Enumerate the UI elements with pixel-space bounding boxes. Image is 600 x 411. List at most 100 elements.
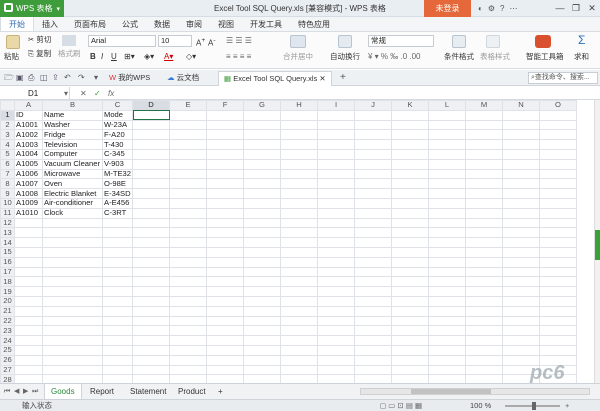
cell[interactable] [132, 139, 171, 150]
row-header[interactable]: 1 [0, 109, 15, 121]
cell[interactable] [354, 207, 393, 219]
cell[interactable] [391, 315, 430, 327]
cell[interactable] [280, 109, 319, 121]
help-icon[interactable]: ? [500, 4, 504, 13]
cell[interactable] [243, 197, 282, 209]
cell[interactable] [502, 276, 541, 288]
column-header[interactable]: N [502, 100, 541, 111]
first-sheet-icon[interactable]: ⏮ [4, 384, 10, 400]
cell[interactable] [539, 246, 578, 258]
cell[interactable] [428, 344, 467, 356]
sheet-tab[interactable]: Product [172, 384, 212, 399]
cell[interactable] [206, 188, 245, 199]
cell[interactable] [317, 168, 356, 180]
paste-button[interactable]: 粘贴 [4, 52, 19, 62]
cell[interactable] [539, 197, 578, 209]
cell[interactable] [428, 119, 467, 131]
cell[interactable] [428, 217, 467, 229]
cell[interactable] [280, 295, 319, 307]
cell[interactable] [539, 207, 578, 219]
cell[interactable]: Fridge [42, 129, 103, 141]
conditional-format-icon[interactable] [452, 35, 466, 48]
cell[interactable] [14, 286, 43, 297]
row-header[interactable]: 4 [0, 139, 15, 150]
cell[interactable] [465, 354, 504, 366]
cell[interactable] [428, 364, 467, 376]
cell[interactable] [132, 354, 171, 366]
cell[interactable] [354, 305, 393, 317]
cell[interactable] [391, 168, 430, 180]
cell[interactable] [539, 344, 578, 356]
tab-active-document[interactable]: ▦ Excel Tool SQL Query.xls ✕ [218, 71, 332, 86]
minimize-icon[interactable]: — [552, 0, 568, 17]
cell[interactable] [502, 148, 541, 160]
cell[interactable] [243, 217, 282, 229]
cell[interactable] [132, 364, 171, 376]
cell[interactable] [428, 256, 467, 268]
row-header[interactable]: 6 [0, 158, 15, 170]
cell[interactable] [354, 109, 393, 121]
cell[interactable] [354, 119, 393, 131]
sheet-table[interactable]: A B C D E F G H I J K L M N O 1 ID Name Mode 2 A1001 Washer W-… [0, 100, 578, 383]
format-painter-icon[interactable] [62, 35, 76, 46]
insert-function-button[interactable]: fx [108, 87, 114, 100]
cell[interactable] [280, 119, 319, 131]
cell[interactable] [502, 246, 541, 258]
cell[interactable] [428, 374, 467, 383]
cell[interactable] [243, 207, 282, 219]
cell[interactable] [391, 246, 430, 258]
cell[interactable] [502, 305, 541, 317]
cancel-icon[interactable]: ✕ [80, 87, 87, 100]
row-header[interactable]: 23 [0, 325, 15, 337]
cell[interactable]: Air-conditioner [42, 197, 103, 209]
row-header[interactable]: 11 [0, 207, 15, 219]
cell[interactable] [14, 305, 43, 317]
cell[interactable] [169, 364, 208, 376]
cell[interactable] [169, 207, 208, 219]
number-format-icons[interactable]: ¥ ▾ % ‰ .0 .00 [368, 51, 420, 63]
cell[interactable] [42, 246, 103, 258]
settings-icon[interactable]: ⚙ [488, 4, 495, 13]
cell[interactable] [101, 374, 134, 383]
cell[interactable] [539, 305, 578, 317]
sheet-tab[interactable]: Statement [124, 384, 172, 399]
cell[interactable] [169, 227, 208, 239]
cell[interactable] [169, 276, 208, 288]
cell[interactable] [354, 276, 393, 288]
cell[interactable] [206, 335, 245, 346]
cell[interactable] [539, 335, 578, 346]
cell[interactable] [101, 315, 134, 327]
scroll-thumb[interactable] [595, 230, 600, 260]
cell[interactable] [354, 148, 393, 160]
cell[interactable] [280, 364, 319, 376]
cell[interactable] [317, 286, 356, 297]
row-header[interactable]: 26 [0, 354, 15, 366]
cell[interactable]: A1009 [14, 197, 43, 209]
cell[interactable] [428, 354, 467, 366]
cell[interactable] [465, 119, 504, 131]
conditional-format-button[interactable]: 条件格式 [444, 52, 474, 62]
cell[interactable] [206, 119, 245, 131]
cell[interactable] [42, 217, 103, 229]
cell[interactable] [206, 325, 245, 337]
cell[interactable]: A-E456 [101, 197, 134, 209]
font-name-select[interactable]: Arial [88, 35, 156, 47]
cell[interactable] [317, 295, 356, 307]
ribbon-tab[interactable]: 插入 [34, 17, 66, 31]
cell[interactable] [428, 237, 467, 248]
select-all-corner[interactable] [0, 100, 15, 111]
zoom-in-icon[interactable]: + [565, 400, 569, 411]
cell[interactable] [169, 197, 208, 209]
cell[interactable] [280, 197, 319, 209]
cell[interactable] [280, 266, 319, 278]
open-folder-icon[interactable]: 🗁 [4, 70, 14, 86]
cell[interactable] [354, 266, 393, 278]
cell[interactable] [280, 286, 319, 297]
cell[interactable] [465, 217, 504, 229]
cell[interactable] [502, 178, 541, 190]
cell[interactable]: Computer [42, 148, 103, 160]
cell[interactable] [280, 335, 319, 346]
cell[interactable]: Electric Blanket [42, 188, 103, 199]
cell[interactable]: A1007 [14, 178, 43, 190]
sum-button[interactable]: 求和 [574, 52, 589, 62]
